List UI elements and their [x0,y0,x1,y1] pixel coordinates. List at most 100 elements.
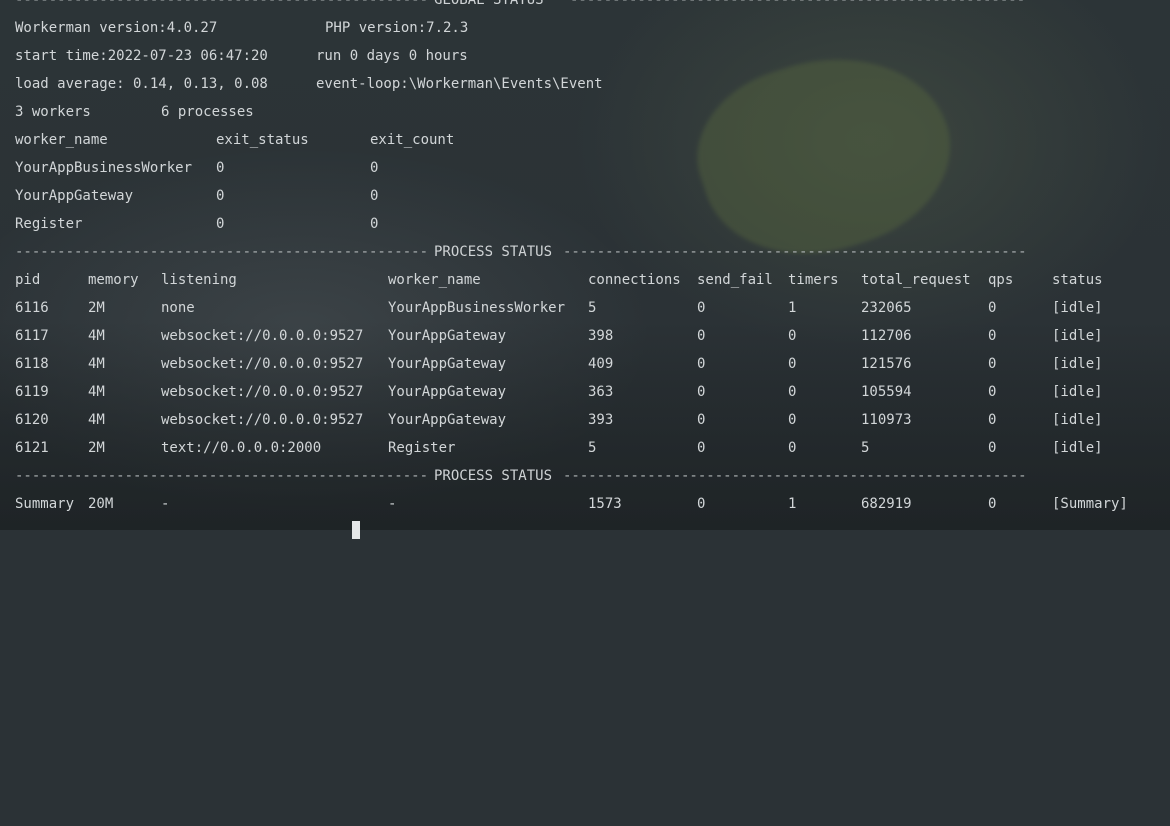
workerman-version: Workerman version:4.0.27 [15,20,218,36]
listening: text://0.0.0.0:2000 [161,440,322,456]
header-total-request: total_request [861,272,971,288]
worker-name: YourAppBusinessWorker [388,300,566,316]
total-request: 232065 [861,300,912,316]
worker-name: YourAppGateway [15,188,134,204]
listening: websocket://0.0.0.0:9527 [161,328,364,344]
worker-name: Register [388,440,456,456]
worker-name: Register [15,216,83,232]
connections: 409 [588,356,614,372]
status: [idle] [1052,328,1103,344]
global-row-counts: 3 workers 6 processes [0,98,1170,126]
terminal-output: ----------------------------------------… [0,0,1170,539]
table-row: 6120 4M websocket://0.0.0.0:9527 YourApp… [0,406,1170,434]
total-request: 105594 [861,384,912,400]
exit-count: 0 [370,188,379,204]
table-row: 6121 2M text://0.0.0.0:2000 Register 5 0… [0,434,1170,462]
exit-count: 0 [370,216,379,232]
workers-table-header: worker_name exit_status exit_count [0,126,1170,154]
status: [idle] [1052,440,1103,456]
event-loop: event-loop:\Workerman\Events\Event [316,76,603,92]
header-send-fail: send_fail [697,272,773,288]
listening: websocket://0.0.0.0:9527 [161,384,364,400]
table-row: 6119 4M websocket://0.0.0.0:9527 YourApp… [0,378,1170,406]
send-fail: 0 [697,412,706,428]
header-listening: listening [161,272,237,288]
summary-listening: - [161,496,170,512]
worker-name: YourAppGateway [388,412,507,428]
status: [idle] [1052,300,1103,316]
total-request: 5 [861,440,870,456]
qps: 0 [988,384,997,400]
pid: 6118 [15,356,49,372]
status: [idle] [1052,384,1103,400]
prompt-line[interactable] [0,516,1170,544]
process-status-footer-title: PROCESS STATUS [434,468,553,484]
header-memory: memory [88,272,139,288]
summary-total-request: 682919 [861,496,912,512]
timers: 0 [788,440,797,456]
header-timers: timers [788,272,839,288]
connections: 5 [588,300,597,316]
connections: 393 [588,412,614,428]
status: [idle] [1052,412,1103,428]
memory: 2M [88,440,105,456]
listening: websocket://0.0.0.0:9527 [161,356,364,372]
header-pid: pid [15,272,41,288]
exit-status: 0 [216,188,225,204]
global-status-separator: ----------------------------------------… [0,0,1170,14]
memory: 4M [88,328,105,344]
worker-name: YourAppBusinessWorker [15,160,193,176]
timers: 0 [788,328,797,344]
header-qps: qps [988,272,1014,288]
connections: 398 [588,328,614,344]
summary-timers: 1 [788,496,797,512]
pid: 6120 [15,412,49,428]
connections: 5 [588,440,597,456]
global-row-time: start time:2022-07-23 06:47:20 run 0 day… [0,42,1170,70]
header-worker-name: worker_name [15,132,108,148]
send-fail: 0 [697,440,706,456]
summary-worker-name: - [388,496,397,512]
workers-count: 3 workers [15,104,91,120]
header-connections: connections [588,272,681,288]
qps: 0 [988,440,997,456]
process-table-header: pid memory listening worker_name connect… [0,266,1170,294]
pid: 6121 [15,440,49,456]
table-row: YourAppBusinessWorker 0 0 [0,154,1170,182]
memory: 4M [88,356,105,372]
header-worker-name: worker_name [388,272,481,288]
send-fail: 0 [697,328,706,344]
process-status-title: PROCESS STATUS [434,244,553,260]
listening: none [161,300,195,316]
send-fail: 0 [697,300,706,316]
worker-name: YourAppGateway [388,384,507,400]
connections: 363 [588,384,614,400]
load-average: load average: 0.14, 0.13, 0.08 [15,76,268,92]
php-version: PHP version:7.2.3 [325,20,469,36]
global-row-load: load average: 0.14, 0.13, 0.08 event-loo… [0,70,1170,98]
header-exit-count: exit_count [370,132,455,148]
pid: 6119 [15,384,49,400]
cursor [352,521,360,539]
global-status-title: GLOBAL STATUS [434,0,544,8]
exit-count: 0 [370,160,379,176]
table-row: YourAppGateway 0 0 [0,182,1170,210]
pid: 6117 [15,328,49,344]
listening: websocket://0.0.0.0:9527 [161,412,364,428]
total-request: 110973 [861,412,912,428]
memory: 4M [88,384,105,400]
memory: 4M [88,412,105,428]
total-request: 112706 [861,328,912,344]
timers: 1 [788,300,797,316]
global-row-version: Workerman version:4.0.27 PHP version:7.2… [0,14,1170,42]
timers: 0 [788,356,797,372]
summary-status: [Summary] [1052,496,1128,512]
exit-status: 0 [216,160,225,176]
table-row: 6118 4M websocket://0.0.0.0:9527 YourApp… [0,350,1170,378]
memory: 2M [88,300,105,316]
worker-name: YourAppGateway [388,328,507,344]
process-status-footer-separator: ----------------------------------------… [0,462,1170,490]
exit-status: 0 [216,216,225,232]
summary-label: Summary [15,496,75,512]
send-fail: 0 [697,384,706,400]
